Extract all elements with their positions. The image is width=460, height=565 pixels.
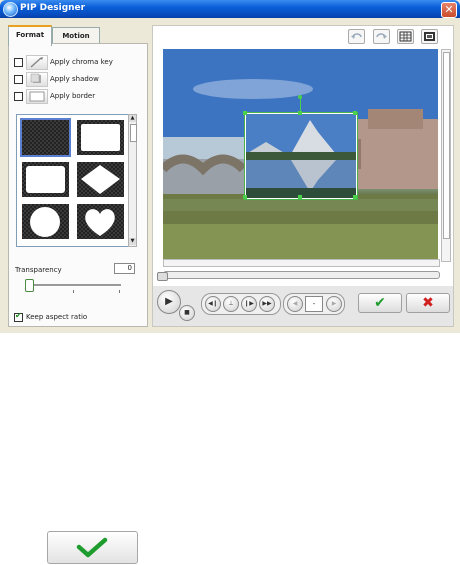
shadow-icon [26,72,48,87]
transparency-slider-thumb[interactable] [25,279,34,292]
cancel-button[interactable]: ✖ [406,293,450,313]
preview-panel: ▶ ■ ◀❙ ⊥ ❙▶ ▶▶ ◀ - ▶ ✔ ✖ [152,25,454,327]
format-panel: Apply chroma key Apply shadow Apply bord… [8,43,148,327]
shadow-checkbox[interactable] [14,75,23,84]
scroll-up-icon[interactable]: ▲ [129,115,136,122]
border-icon [26,89,48,104]
vertical-scroll-thumb[interactable] [443,52,450,239]
slider-tick [73,290,74,293]
ok-button[interactable]: ✔ [358,293,402,313]
redo-button[interactable] [373,29,390,44]
resize-handle[interactable] [243,111,247,115]
time-down-button[interactable]: ◀ [287,296,303,312]
seek-thumb[interactable] [157,272,168,281]
frame-rounded-shape [26,166,65,193]
frame-rounded-rectangle[interactable] [22,162,69,197]
tab-motion[interactable]: Motion [52,27,100,44]
previous-frame-button[interactable]: ◀❙ [205,296,221,312]
keep-aspect-label: Keep aspect ratio [26,313,88,321]
cross-icon: ✖ [422,295,434,311]
app-logo-icon [3,2,18,17]
seek-bar[interactable] [163,271,440,279]
frame-gallery [16,114,136,247]
time-value[interactable]: - [305,296,323,312]
chroma-key-checkbox[interactable] [14,58,23,67]
stop-button[interactable]: ■ [179,305,195,321]
frame-diamond[interactable] [77,162,124,197]
border-checkbox[interactable] [14,92,23,101]
resize-handle[interactable] [298,111,302,115]
shadow-label: Apply shadow [50,75,99,83]
scroll-down-icon[interactable]: ▼ [129,238,136,245]
title-bar: PIP Designer ✕ [0,0,460,18]
transparency-label: Transparency [15,266,62,274]
frame-rectangle[interactable] [77,120,124,155]
preview-vertical-scrollbar[interactable] [441,49,451,262]
chroma-key-icon [26,55,48,70]
undo-button[interactable] [348,29,365,44]
transport-group: ◀❙ ⊥ ❙▶ ▶▶ [201,293,281,315]
rotate-handle[interactable] [298,95,302,99]
grid-button[interactable] [397,29,414,44]
playback-controls: ▶ ■ ◀❙ ⊥ ❙▶ ▶▶ ◀ - ▶ ✔ ✖ [153,286,453,326]
close-button[interactable]: ✕ [441,2,457,18]
pip-designer-window: PIP Designer ✕ Format Motion Apply chrom… [0,0,460,333]
window-title: PIP Designer [20,3,86,13]
tab-format[interactable]: Format [8,25,52,46]
pip-overlay[interactable] [244,112,358,200]
keep-aspect-checkbox[interactable] [14,311,23,322]
frame-gallery-scrollbar[interactable]: ▲ ▼ [128,114,137,247]
transparency-slider-track[interactable] [27,284,121,287]
chroma-key-label: Apply chroma key [50,58,113,66]
preview-horizontal-scrollbar[interactable] [163,259,440,267]
capture-button[interactable]: ⊥ [223,296,239,312]
border-label: Apply border [50,92,96,100]
frame-circle[interactable] [22,204,69,239]
check-icon [76,537,108,558]
safe-zone-button[interactable] [421,29,438,44]
resize-handle[interactable] [353,111,357,115]
timecode-group: ◀ - ▶ [283,293,345,315]
play-button[interactable]: ▶ [157,290,181,314]
slider-tick [119,290,120,293]
time-up-button[interactable]: ▶ [326,296,342,312]
video-preview[interactable] [163,49,438,260]
ok-button-enlarged[interactable] [47,531,138,564]
scroll-thumb[interactable] [130,124,137,142]
rotate-handle-line [300,99,301,111]
resize-handle[interactable] [353,195,357,199]
transparency-value[interactable]: 0 [114,263,135,274]
fast-forward-button[interactable]: ▶▶ [259,296,275,312]
pip-video-image [246,114,356,198]
frame-rectangle-shape [81,124,120,151]
frame-rectangle-checker[interactable] [20,118,71,157]
resize-handle[interactable] [243,195,247,199]
resize-handle[interactable] [298,195,302,199]
next-frame-button[interactable]: ❙▶ [241,296,257,312]
frame-heart[interactable] [77,204,124,239]
check-icon: ✔ [374,295,386,311]
